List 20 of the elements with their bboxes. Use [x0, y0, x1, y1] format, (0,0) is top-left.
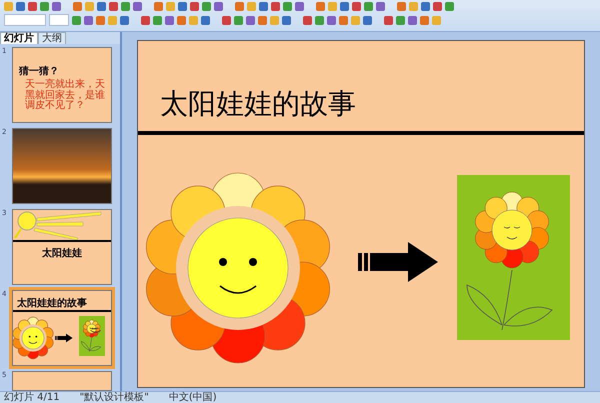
slide-thumbnail[interactable]: 猜一猜？ 天一亮就出来，天黑就回家去，是谁调皮不见了？	[12, 47, 112, 123]
slide-thumbnail[interactable]	[12, 371, 112, 391]
font-size-field[interactable]	[49, 14, 69, 26]
slide-thumbnail[interactable]: 太阳娃娃	[12, 209, 112, 285]
status-text: 幻灯片 4/11	[4, 392, 60, 403]
slide-title: 太阳娃娃的故事	[159, 86, 357, 121]
slide-thumbnail[interactable]: 太阳娃娃的故事	[12, 290, 112, 366]
thumb-title: 太阳娃娃的故事	[16, 296, 88, 310]
sun-flower-drawing	[13, 316, 54, 360]
arrow-icon	[55, 334, 73, 342]
status-text: 中文(中国)	[168, 392, 217, 403]
pane-tab[interactable]: 大纲	[38, 32, 66, 44]
arrow-icon	[358, 242, 438, 282]
status-text: "默认设计模板"	[80, 392, 149, 403]
thumb-title: 太阳娃娃	[40, 246, 83, 260]
pane-tab[interactable]: 幻灯片	[0, 32, 38, 44]
thumb-title: 猜一猜？	[19, 64, 60, 78]
font-name-field[interactable]	[4, 14, 46, 26]
thumb-text: 天一亮就出来，天黑就回家去，是谁调皮不见了？	[24, 80, 106, 112]
flower-drawing	[79, 316, 105, 356]
